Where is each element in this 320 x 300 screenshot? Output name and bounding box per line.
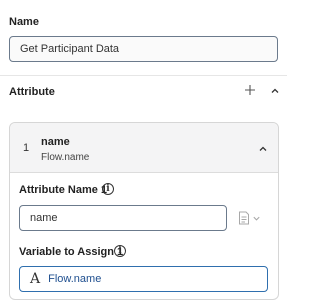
attribute-name-value: name	[30, 212, 58, 224]
document-icon	[238, 211, 249, 225]
section-divider	[0, 75, 287, 76]
plus-icon[interactable]	[243, 83, 257, 97]
attribute-card-header[interactable]: 1 name Flow.name	[10, 123, 278, 173]
chevron-up-icon[interactable]	[268, 84, 282, 98]
chevron-down-icon	[252, 216, 260, 221]
attribute-title: name	[41, 136, 70, 148]
chevron-up-icon[interactable]	[256, 142, 270, 156]
info-icon[interactable]: i	[114, 245, 126, 257]
string-type-icon: A	[30, 271, 41, 287]
attribute-index: 1	[23, 142, 30, 154]
attribute-name-input[interactable]: name	[19, 205, 227, 231]
variable-value: Flow.name	[48, 273, 102, 285]
attribute-subtitle: Flow.name	[41, 152, 90, 163]
name-input[interactable]: Get Participant Data	[9, 36, 278, 62]
attribute-name-label: Attribute Name 1	[19, 184, 108, 196]
variable-input[interactable]: A Flow.name	[19, 266, 268, 292]
name-input-value: Get Participant Data	[20, 43, 120, 55]
info-icon[interactable]: i	[102, 183, 114, 195]
name-label: Name	[9, 16, 39, 28]
attribute-label: Attribute	[9, 86, 55, 98]
variable-label: Variable to Assign 1	[19, 246, 124, 258]
value-type-dropdown[interactable]	[232, 206, 266, 230]
